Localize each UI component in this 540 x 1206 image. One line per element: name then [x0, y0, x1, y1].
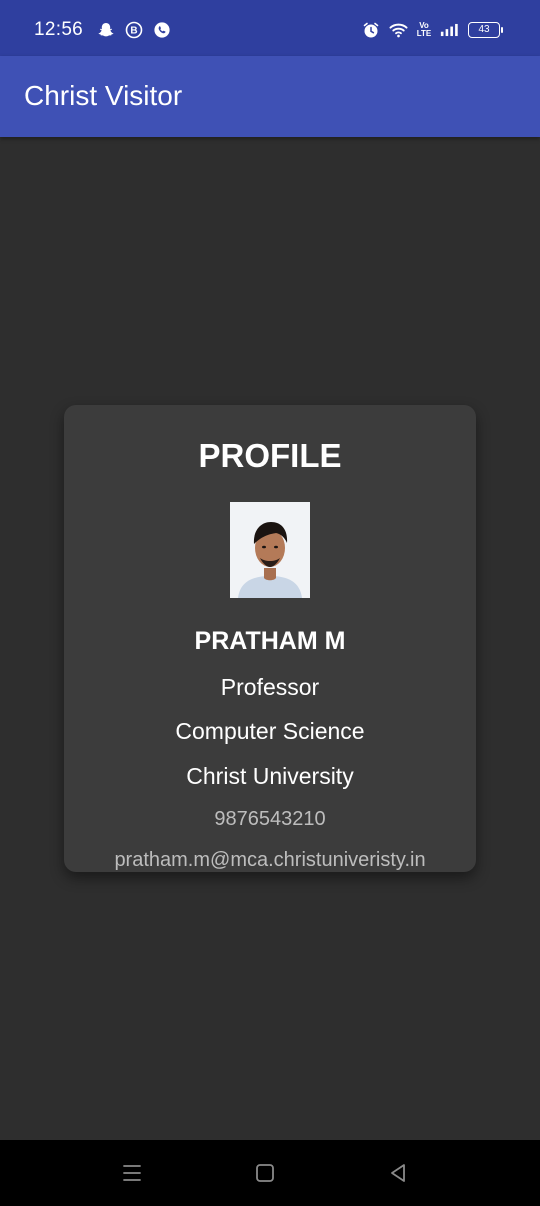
profile-university: Christ University	[186, 763, 354, 789]
whatsapp-business-icon	[152, 20, 171, 39]
menu-icon[interactable]	[119, 1160, 145, 1186]
battery-icon: 43	[468, 21, 503, 38]
wifi-icon	[389, 20, 408, 39]
profile-email[interactable]: pratham.m@mca.christuniveristy.in	[64, 849, 476, 872]
home-icon[interactable]	[252, 1160, 278, 1186]
alarm-icon	[361, 20, 380, 39]
app-title: Christ Visitor	[24, 80, 183, 111]
profile-name: PRATHAM M	[194, 627, 346, 655]
volte-icon: Vo LTE	[416, 20, 432, 38]
b-badge-icon: B	[124, 20, 143, 39]
app-bar: Christ Visitor	[0, 56, 540, 137]
profile-heading: PROFILE	[198, 437, 342, 474]
signal-icon	[440, 20, 459, 39]
profile-department: Computer Science	[175, 718, 365, 744]
profile-photo	[230, 502, 310, 598]
navigation-bar	[0, 1140, 540, 1206]
notification-icons: B	[96, 20, 171, 39]
profile-card: PROFILE PRATHAM M Professor Computer Sci…	[64, 405, 476, 872]
profile-designation: Professor	[220, 674, 320, 700]
back-icon[interactable]	[385, 1160, 411, 1186]
snapchat-icon	[96, 20, 115, 39]
svg-text:B: B	[130, 25, 137, 36]
status-time: 12:56	[34, 19, 84, 40]
system-icons: Vo LTE 43	[361, 20, 503, 39]
status-bar: 12:56 B Vo LTE 43	[0, 0, 540, 56]
profile-phone[interactable]: 9876543210	[64, 808, 476, 831]
